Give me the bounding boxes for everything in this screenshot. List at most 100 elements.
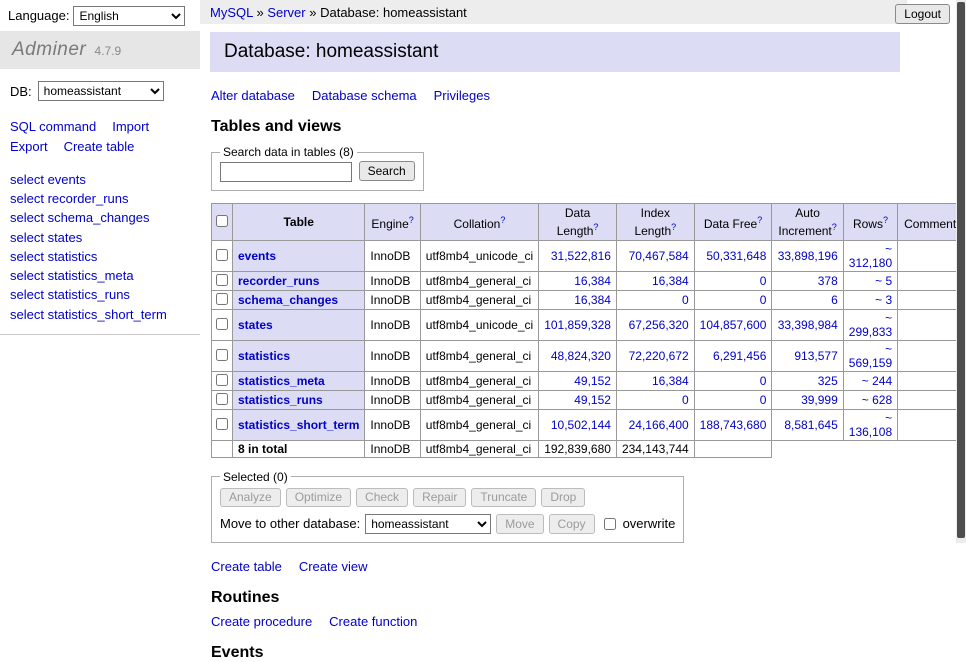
cell-data-free-link[interactable]: 0	[760, 293, 767, 307]
cell-rows-link[interactable]: ~ 628	[862, 393, 892, 407]
cell-data-free-link[interactable]: 50,331,648	[706, 249, 766, 263]
language-select[interactable]: English	[73, 6, 185, 26]
table-link-statistics[interactable]: statistics	[238, 349, 290, 363]
cell-rows-link[interactable]: ~ 244	[862, 374, 892, 388]
cell-auto-increment-link[interactable]: 6	[831, 293, 838, 307]
cell-data-length-link[interactable]: 16,384	[574, 274, 611, 288]
cell-data-length-link[interactable]: 49,152	[574, 393, 611, 407]
row-checkbox-statistics[interactable]	[216, 349, 228, 361]
cell-data-free-link[interactable]: 6,291,456	[713, 349, 766, 363]
column-help-link[interactable]: ?	[409, 215, 414, 225]
row-checkbox-statistics_short_term[interactable]	[216, 418, 228, 430]
search-input[interactable]	[220, 162, 352, 182]
cell-auto-increment-link[interactable]: 33,898,196	[778, 249, 838, 263]
breadcrumb-link-mysql[interactable]: MySQL	[210, 5, 253, 20]
row-checkbox-schema_changes[interactable]	[216, 293, 228, 305]
sidebar-select-statistics[interactable]: select statistics	[10, 247, 190, 266]
link-create-view[interactable]: Create view	[299, 559, 368, 574]
table-link-recorder_runs[interactable]: recorder_runs	[238, 274, 319, 288]
sidebar-link-sql-command[interactable]: SQL command	[10, 119, 96, 134]
row-checkbox-statistics_meta[interactable]	[216, 374, 228, 386]
sidebar-link-create-table[interactable]: Create table	[64, 139, 135, 154]
cell-auto-increment-link[interactable]: 33,398,984	[778, 318, 838, 332]
link-create-procedure[interactable]: Create procedure	[211, 614, 312, 629]
cell-data-free-link[interactable]: 0	[760, 393, 767, 407]
repair-button[interactable]: Repair	[413, 488, 466, 507]
table-link-schema_changes[interactable]: schema_changes	[238, 293, 338, 307]
table-link-events[interactable]: events	[238, 249, 276, 263]
drop-button[interactable]: Drop	[541, 488, 585, 507]
table-link-statistics_runs[interactable]: statistics_runs	[238, 393, 323, 407]
cell-auto-increment-link[interactable]: 8,581,645	[784, 418, 837, 432]
logout-button[interactable]: Logout	[895, 4, 950, 24]
check-button[interactable]: Check	[356, 488, 408, 507]
cell-data-free-link[interactable]: 0	[760, 374, 767, 388]
overwrite-checkbox[interactable]	[604, 518, 616, 530]
cell-index-length-link[interactable]: 67,256,320	[629, 318, 689, 332]
sidebar-select-statistics-runs[interactable]: select statistics_runs	[10, 285, 190, 304]
table-link-states[interactable]: states	[238, 318, 273, 332]
vertical-scrollbar[interactable]	[956, 0, 966, 543]
sidebar-link-export[interactable]: Export	[10, 139, 48, 154]
link-privileges[interactable]: Privileges	[434, 88, 490, 103]
sidebar-select-statistics-short-term[interactable]: select statistics_short_term	[10, 305, 190, 324]
select-all-checkbox[interactable]	[216, 215, 228, 227]
cell-index-length-link[interactable]: 16,384	[652, 274, 689, 288]
sidebar-select-events[interactable]: select events	[10, 170, 190, 189]
db-select[interactable]: homeassistant	[38, 81, 164, 101]
sidebar-link-import[interactable]: Import	[112, 119, 149, 134]
column-help-link[interactable]: ?	[883, 215, 888, 225]
cell-index-length-link[interactable]: 0	[682, 393, 689, 407]
column-help-link[interactable]: ?	[832, 222, 837, 232]
cell-auto-increment-link[interactable]: 325	[818, 374, 838, 388]
cell-data-length-link[interactable]: 48,824,320	[551, 349, 611, 363]
cell-auto-increment-link[interactable]: 378	[818, 274, 838, 288]
breadcrumb-link-server[interactable]: Server	[267, 5, 305, 20]
cell-auto-increment-link[interactable]: 913,577	[794, 349, 837, 363]
cell-data-free-link[interactable]: 0	[760, 274, 767, 288]
move-button[interactable]: Move	[496, 514, 543, 534]
analyze-button[interactable]: Analyze	[220, 488, 281, 507]
cell-data-free-link[interactable]: 104,857,600	[700, 318, 767, 332]
cell-index-length-link[interactable]: 16,384	[652, 374, 689, 388]
cell-rows-link[interactable]: ~ 312,180	[849, 242, 892, 270]
column-help-link[interactable]: ?	[757, 215, 762, 225]
row-checkbox-recorder_runs[interactable]	[216, 274, 228, 286]
optimize-button[interactable]: Optimize	[286, 488, 351, 507]
search-button[interactable]: Search	[359, 161, 415, 181]
link-alter-database[interactable]: Alter database	[211, 88, 295, 103]
cell-data-length-link[interactable]: 101,859,328	[544, 318, 611, 332]
cell-index-length-link[interactable]: 0	[682, 293, 689, 307]
cell-data-length-link[interactable]: 49,152	[574, 374, 611, 388]
link-create-function[interactable]: Create function	[329, 614, 417, 629]
cell-rows-link[interactable]: ~ 5	[875, 274, 892, 288]
copy-button[interactable]: Copy	[549, 514, 595, 534]
row-checkbox-states[interactable]	[216, 318, 228, 330]
move-db-select[interactable]: homeassistant	[365, 514, 491, 534]
cell-data-length-link[interactable]: 16,384	[574, 293, 611, 307]
cell-index-length-link[interactable]: 72,220,672	[629, 349, 689, 363]
cell-data-length-link[interactable]: 31,522,816	[551, 249, 611, 263]
cell-index-length-link[interactable]: 24,166,400	[629, 418, 689, 432]
truncate-button[interactable]: Truncate	[471, 488, 536, 507]
column-help-link[interactable]: ?	[671, 222, 676, 232]
cell-data-free-link[interactable]: 188,743,680	[700, 418, 767, 432]
table-link-statistics_short_term[interactable]: statistics_short_term	[238, 418, 359, 432]
sidebar-select-statistics-meta[interactable]: select statistics_meta	[10, 266, 190, 285]
scrollbar-thumb[interactable]	[957, 2, 965, 538]
link-database-schema[interactable]: Database schema	[312, 88, 417, 103]
sidebar-select-states[interactable]: select states	[10, 228, 190, 247]
cell-rows-link[interactable]: ~ 569,159	[849, 342, 892, 370]
cell-rows-link[interactable]: ~ 3	[875, 293, 892, 307]
cell-rows-link[interactable]: ~ 136,108	[849, 411, 892, 439]
row-checkbox-events[interactable]	[216, 249, 228, 261]
column-help-link[interactable]: ?	[500, 215, 505, 225]
table-link-statistics_meta[interactable]: statistics_meta	[238, 374, 325, 388]
cell-data-length-link[interactable]: 10,502,144	[551, 418, 611, 432]
sidebar-select-recorder-runs[interactable]: select recorder_runs	[10, 189, 190, 208]
cell-rows-link[interactable]: ~ 299,833	[849, 311, 892, 339]
link-create-table[interactable]: Create table	[211, 559, 282, 574]
sidebar-select-schema-changes[interactable]: select schema_changes	[10, 208, 190, 227]
cell-auto-increment-link[interactable]: 39,999	[801, 393, 838, 407]
row-checkbox-statistics_runs[interactable]	[216, 393, 228, 405]
